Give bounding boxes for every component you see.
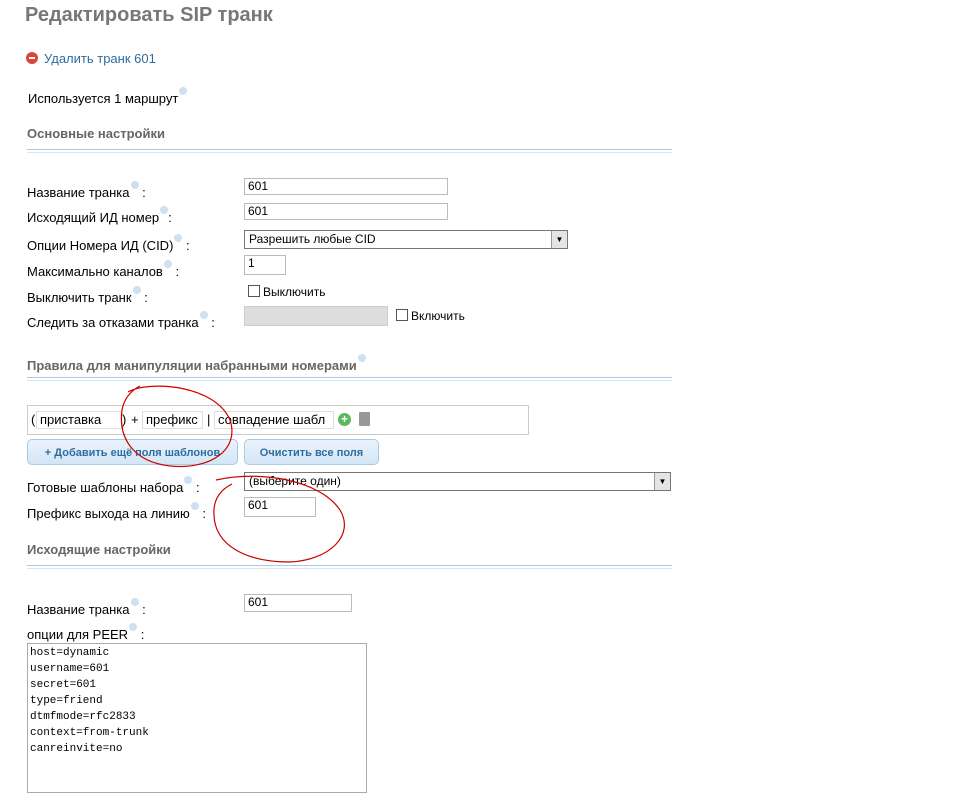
disable-trunk-checkbox[interactable]: Выключить [248,285,325,299]
delete-trunk-row[interactable]: Удалить транк 601 [26,51,156,66]
divider [27,149,672,153]
outbound-prefix-input[interactable]: 601 [244,497,316,517]
prepend-input[interactable]: приставка [36,411,122,429]
label-text: Готовые шаблоны набора [27,480,184,495]
section-general: Основные настройки [27,126,672,153]
colon: : [168,210,172,225]
section-title: Правила для манипуляции набранными номер… [27,358,357,373]
match-pattern-input[interactable]: совпадение шабл [214,411,334,429]
outbound-prefix-label: Префикс выхода на линию : [27,502,206,521]
colon: : [211,315,215,330]
help-icon[interactable] [130,181,139,189]
help-icon[interactable] [129,623,138,631]
dial-wizards-select[interactable]: (выберите один) ▼ [244,472,671,491]
colon: : [202,506,206,521]
help-icon[interactable] [357,354,366,362]
label-text: Опции Номера ИД (CID) [27,238,174,253]
checkbox[interactable] [396,309,408,321]
outgoing-trunk-name-input[interactable]: 601 [244,594,352,612]
dial-pattern-row: ( приставка ) + префикс | совпадение шаб… [27,405,529,435]
page-title: Редактировать SIP транк [25,4,273,26]
dial-wizards-label: Готовые шаблоны набора : [27,476,200,495]
outbound-cid-label: Исходящий ИД номер: [27,206,172,225]
outgoing-trunk-name-label: Название транка : [27,598,146,617]
peer-details-label: опции для PEER : [27,623,144,642]
chevron-down-icon[interactable]: ▼ [551,231,567,248]
pipe-sign: | [207,412,211,427]
help-icon[interactable] [174,234,183,242]
help-icon[interactable] [160,206,169,214]
section-title: Основные настройки [27,126,165,141]
divider [27,377,672,381]
peer-details-textarea[interactable]: host=dynamic username=601 secret=601 typ… [27,643,367,793]
chevron-down-icon[interactable]: ▼ [654,473,670,490]
checkbox-label: Включить [411,309,465,323]
label-text: опции для PEER [27,627,129,642]
cid-options-select[interactable]: Разрешить любые CID ▼ [244,230,568,249]
open-paren: ( [31,412,36,427]
select-value: Разрешить любые CID [249,232,376,246]
colon: : [142,602,146,617]
clear-all-fields-button[interactable]: Очистить все поля [244,439,379,465]
colon: : [186,238,190,253]
section-title: Исходящие настройки [27,542,171,557]
add-icon[interactable]: + [338,413,351,426]
label-text: Следить за отказами транка [27,315,199,330]
max-channels-label: Максимально каналов : [27,260,179,279]
trash-icon[interactable] [359,412,370,426]
colon: : [144,290,148,305]
select-value: (выберите один) [249,474,341,488]
checkbox-label: Выключить [263,285,326,299]
delete-icon [26,52,38,64]
colon: : [140,627,145,642]
colon: : [175,264,180,279]
label-text: Максимально каналов [27,264,163,279]
close-paren: ) [122,412,127,427]
section-dial-rules: Правила для манипуляции набранными номер… [27,354,672,381]
label-text: Префикс выхода на линию [27,506,190,521]
help-icon[interactable] [132,286,141,294]
label-text: Выключить транк [27,290,132,305]
checkbox[interactable] [248,285,260,297]
max-channels-input[interactable]: 1 [244,255,286,275]
trunk-name-input[interactable]: 601 [244,178,448,195]
label-text: Исходящий ИД номер [27,210,160,225]
help-icon[interactable] [163,260,172,268]
colon: : [196,480,200,495]
cid-options-label: Опции Номера ИД (CID) : [27,234,190,253]
help-icon[interactable] [199,311,208,319]
monitor-failures-label: Следить за отказами транка : [27,311,215,330]
delete-trunk-link[interactable]: Удалить транк 601 [44,51,156,66]
prefix-input[interactable]: префикс [142,411,203,429]
trunk-name-label: Название транка : [27,181,146,200]
label-text: Название транка [27,185,130,200]
monitor-failures-checkbox[interactable]: Включить [396,309,465,323]
divider [27,565,672,569]
help-icon[interactable] [179,87,188,95]
help-icon[interactable] [190,502,199,510]
section-outgoing: Исходящие настройки [27,542,672,569]
help-icon[interactable] [130,598,139,606]
plus-sign: + [131,412,139,427]
used-routes-text: Используется 1 маршрут [28,87,188,106]
help-icon[interactable] [184,476,193,484]
used-routes-label: Используется 1 маршрут [28,91,179,106]
colon: : [142,185,146,200]
label-text: Название транка [27,602,130,617]
disable-trunk-label: Выключить транк : [27,286,148,305]
monitor-failures-input [244,306,388,326]
outbound-cid-input[interactable]: 601 [244,203,448,220]
add-pattern-fields-button[interactable]: + Добавить ещё поля шаблонов [27,439,238,465]
